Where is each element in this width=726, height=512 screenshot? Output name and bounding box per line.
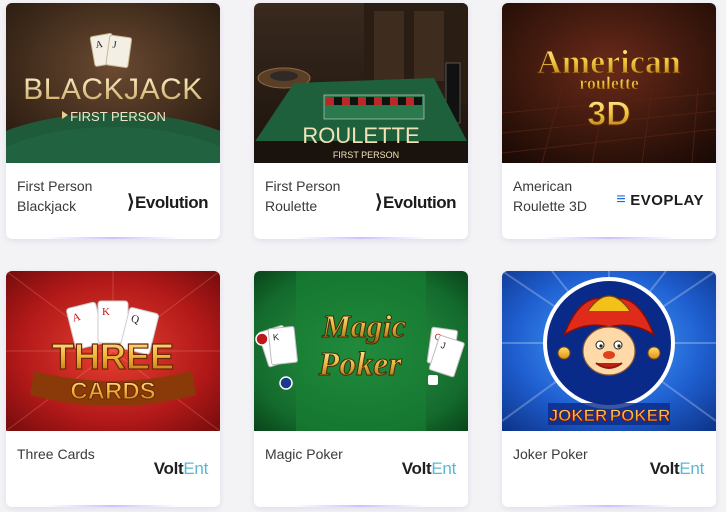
provider-name: Evolution xyxy=(383,192,456,212)
blackjack-artwork: A J BLACKJACK FIRST PERSON xyxy=(6,3,220,163)
game-info: American Roulette 3D ≡ EVOPLAY xyxy=(502,163,716,239)
magic-poker-artwork: A K Q J Magic Poker xyxy=(254,271,468,431)
game-grid: A J BLACKJACK FIRST PERSON First Person … xyxy=(0,0,726,512)
thumb-title-line2: roulette xyxy=(579,73,639,93)
provider-name: EVOPLAY xyxy=(630,191,704,209)
game-thumbnail[interactable]: A K Q J Magic Poker xyxy=(254,271,468,431)
game-card-first-person-blackjack[interactable]: A J BLACKJACK FIRST PERSON First Person … xyxy=(6,3,220,239)
game-title: Three Cards xyxy=(17,446,95,462)
american-roulette-artwork: American roulette 3D xyxy=(502,3,716,163)
game-card-american-roulette-3d[interactable]: American roulette 3D American Roulette 3… xyxy=(502,3,716,239)
game-info: First Person Roulette ⟩ Evolution xyxy=(254,163,468,239)
svg-text:K: K xyxy=(272,332,279,343)
game-title: First Person Roulette xyxy=(265,178,341,214)
game-card-magic-poker[interactable]: A K Q J Magic Poker xyxy=(254,271,468,507)
thumb-title-line2: CARDS xyxy=(70,378,155,405)
joker-poker-artwork: JOKER POKER xyxy=(502,271,716,431)
provider-logo-evolution: ⟩ Evolution xyxy=(375,191,456,214)
provider-logo-voltent: Volt Ent xyxy=(153,459,209,479)
thumb-title-line2: Poker xyxy=(317,346,402,383)
game-thumbnail[interactable]: A J BLACKJACK FIRST PERSON xyxy=(6,3,220,163)
game-thumbnail[interactable]: ROULETTE FIRST PERSON xyxy=(254,3,468,163)
game-info: Magic Poker Volt Ent xyxy=(254,431,468,507)
card-accent-line xyxy=(542,237,676,239)
thumb-title: BLACKJACK xyxy=(23,73,203,106)
game-title: First Person Blackjack xyxy=(17,178,93,214)
card-accent-line xyxy=(46,505,180,507)
game-title: Magic Poker xyxy=(265,446,343,462)
roulette-artwork: ROULETTE FIRST PERSON xyxy=(254,3,468,163)
provider-name-suffix: Ent xyxy=(431,459,456,478)
svg-text:K: K xyxy=(102,306,110,318)
thumb-title: ROULETTE xyxy=(302,123,419,148)
thumb-title-line1: JOKER xyxy=(549,406,608,425)
card-accent-line xyxy=(294,237,428,239)
game-thumbnail[interactable]: A K Q THREE CARDS xyxy=(6,271,220,431)
three-cards-artwork: A K Q THREE CARDS xyxy=(6,271,220,431)
game-title: Joker Poker xyxy=(513,446,588,462)
game-card-first-person-roulette[interactable]: ROULETTE FIRST PERSON First Person Roule… xyxy=(254,3,468,239)
provider-name: Volt xyxy=(401,459,432,478)
thumb-title-line2: POKER xyxy=(610,406,670,425)
evolution-logo-icon: ⟩ xyxy=(375,192,383,213)
game-title: American Roulette 3D xyxy=(513,178,587,214)
thumb-subtitle: FIRST PERSON xyxy=(333,150,399,160)
card-accent-line xyxy=(46,237,180,239)
card-accent-line xyxy=(542,505,676,507)
provider-name: Evolution xyxy=(135,192,208,212)
game-thumbnail[interactable]: JOKER POKER xyxy=(502,271,716,431)
game-card-three-cards[interactable]: A K Q THREE CARDS Three Cards Volt Ent xyxy=(6,271,220,507)
provider-logo-voltent: Volt Ent xyxy=(401,459,457,479)
provider-logo-evoplay: ≡ EVOPLAY xyxy=(616,191,704,209)
thumb-title-line3: 3D xyxy=(587,95,630,133)
game-info: Joker Poker Volt Ent xyxy=(502,431,716,507)
card-accent-line xyxy=(294,505,428,507)
provider-name-suffix: Ent xyxy=(183,459,208,478)
game-info: Three Cards Volt Ent xyxy=(6,431,220,507)
provider-name-suffix: Ent xyxy=(679,459,704,478)
provider-name: Volt xyxy=(649,459,680,478)
game-info: First Person Blackjack ⟩ Evolution xyxy=(6,163,220,239)
thumb-title-line1: Magic xyxy=(321,308,406,344)
thumb-subtitle: FIRST PERSON xyxy=(70,109,166,124)
thumb-title-line1: THREE xyxy=(52,336,174,377)
evoplay-logo-icon: ≡ xyxy=(616,191,627,208)
evolution-logo-icon: ⟩ xyxy=(127,192,135,213)
provider-logo-evolution: ⟩ Evolution xyxy=(127,191,208,214)
game-card-joker-poker[interactable]: JOKER POKER Joker Poker Volt Ent xyxy=(502,271,716,507)
provider-name: Volt xyxy=(153,459,184,478)
game-thumbnail[interactable]: American roulette 3D xyxy=(502,3,716,163)
provider-logo-voltent: Volt Ent xyxy=(649,459,705,479)
